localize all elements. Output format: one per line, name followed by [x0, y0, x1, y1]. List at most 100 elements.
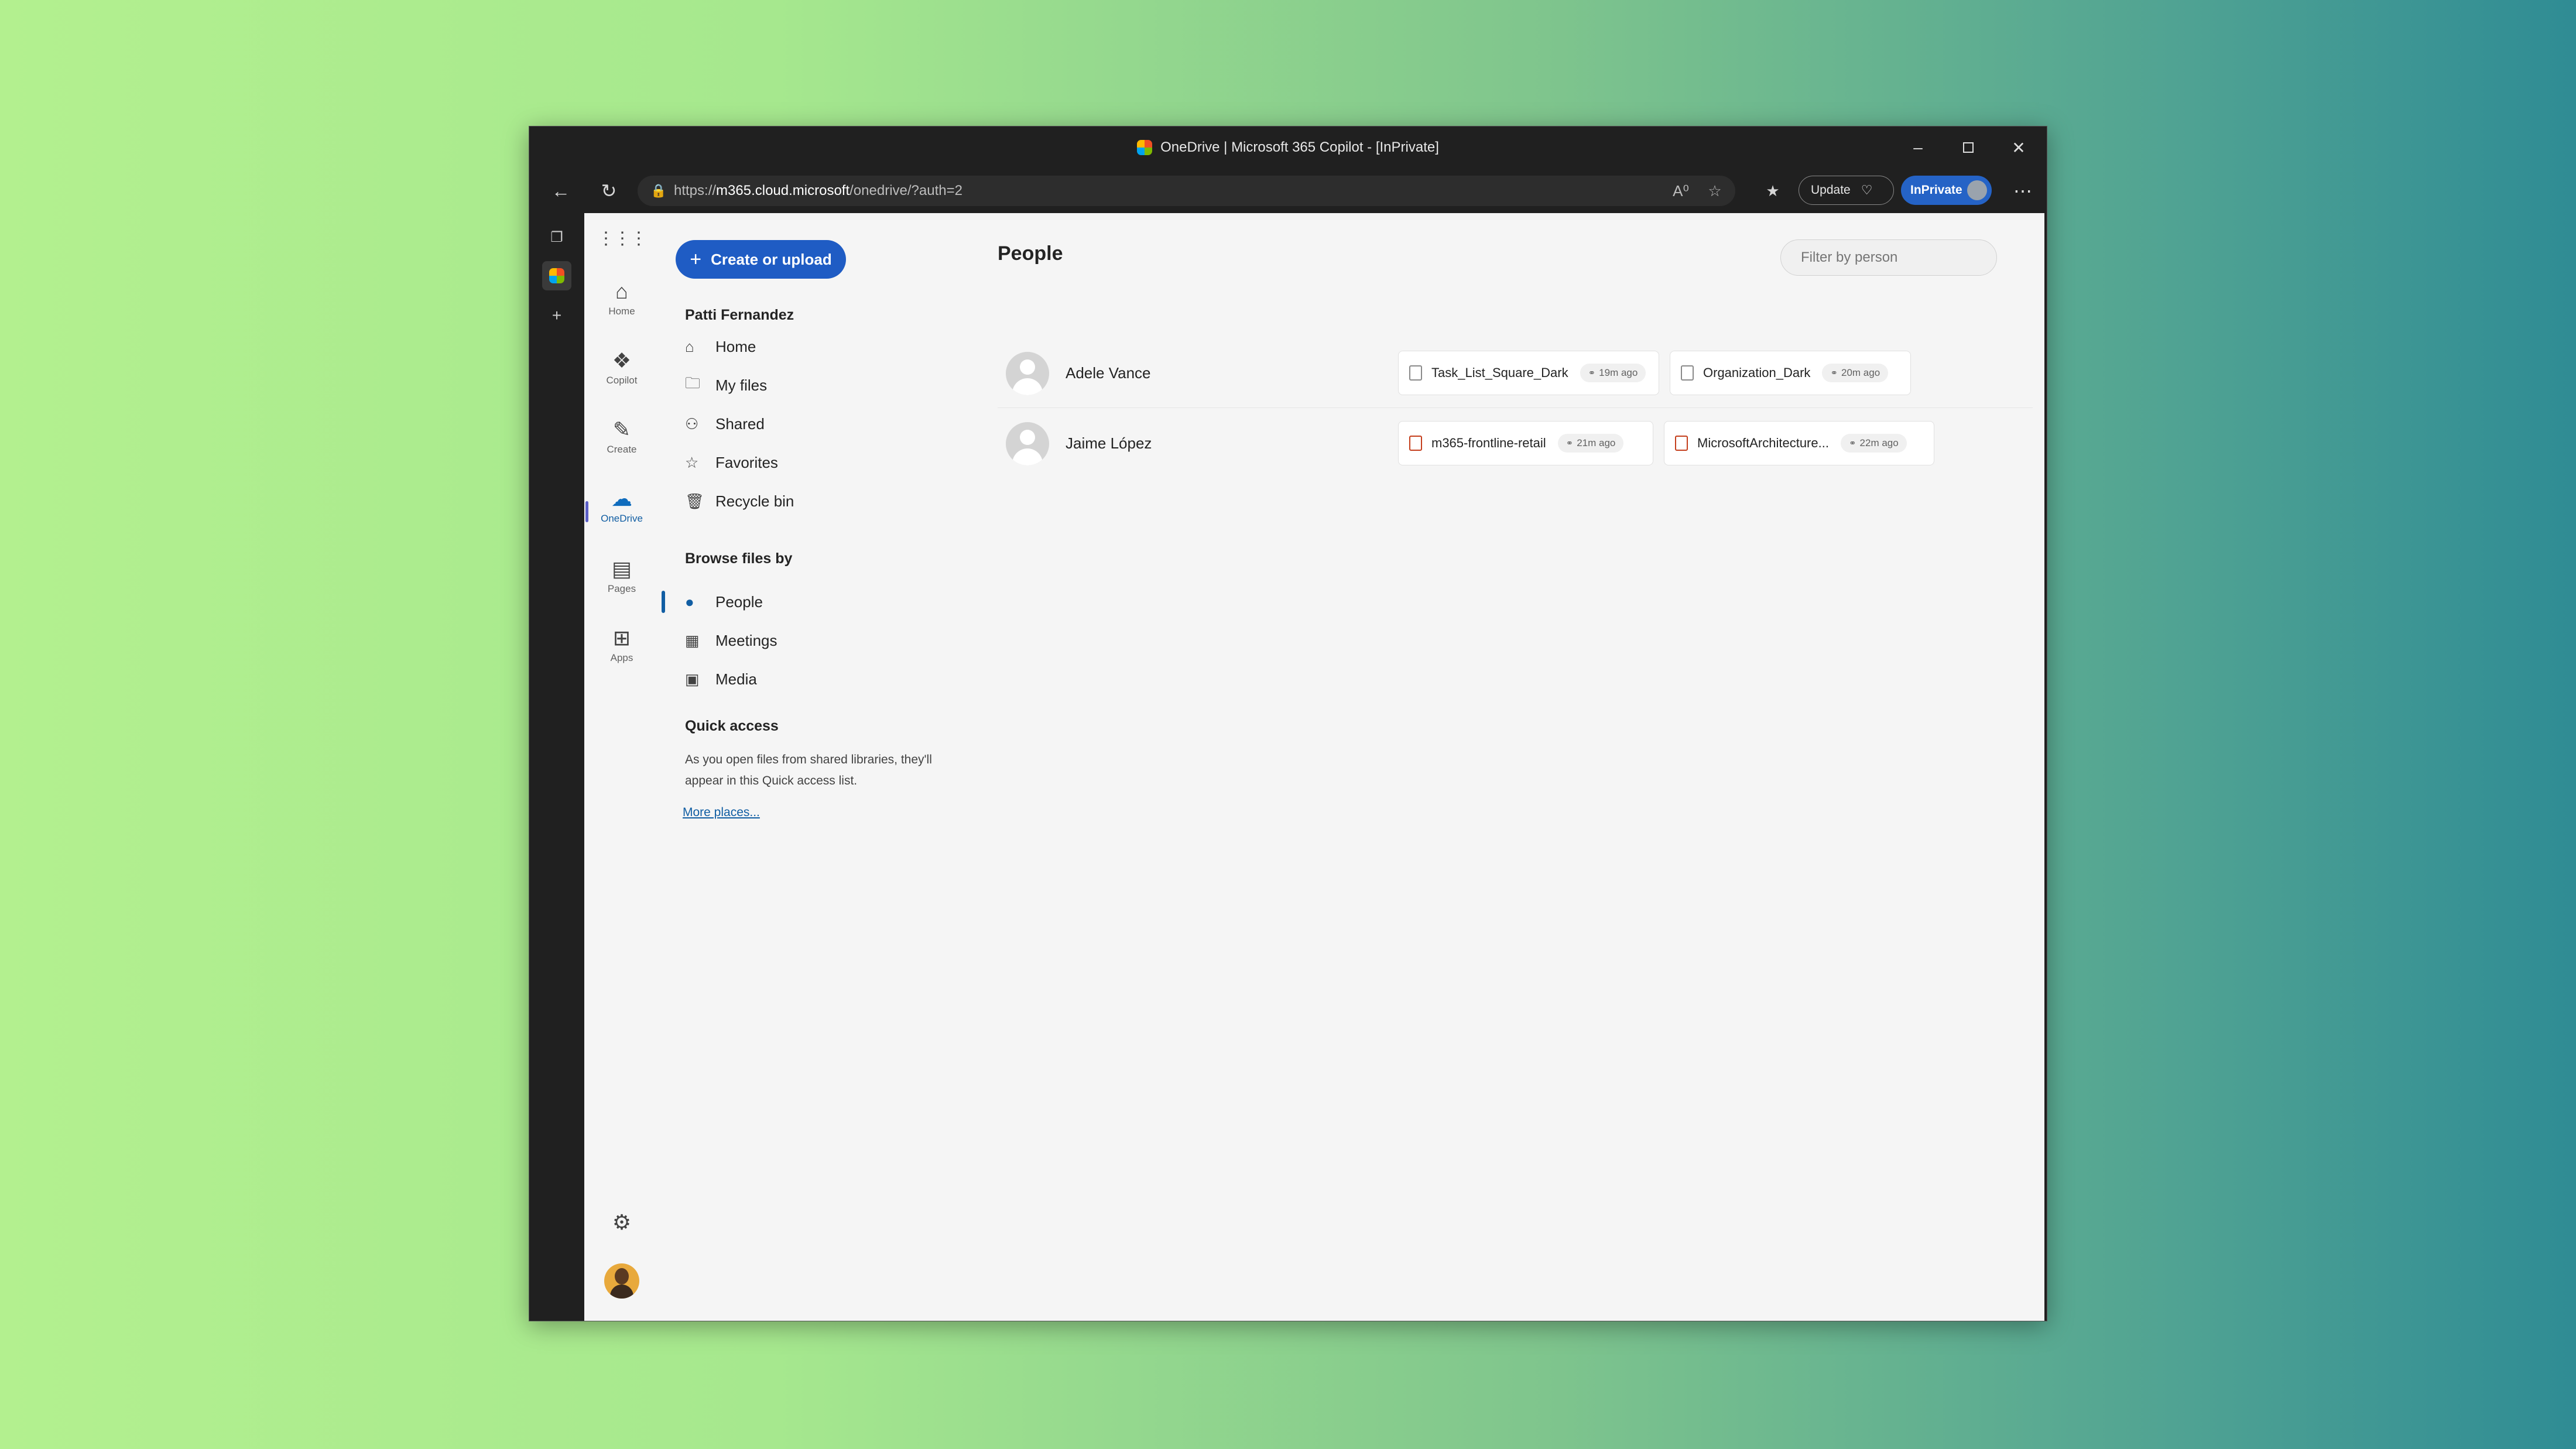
rail-label: Create	[607, 444, 637, 455]
share-icon: ⚭	[1588, 368, 1596, 378]
profile-avatar	[1967, 180, 1987, 200]
nav-label: Shared	[715, 415, 765, 433]
create-or-upload-button[interactable]: + Create or upload	[676, 240, 846, 279]
file-icon	[1681, 365, 1694, 381]
share-icon: ⚭	[1830, 368, 1838, 378]
time-text: 19m ago	[1599, 367, 1638, 378]
back-button[interactable]: ←	[547, 177, 575, 205]
copilot-logo-icon	[1137, 140, 1153, 155]
pdf-icon	[1409, 436, 1422, 451]
page-title: People	[998, 242, 1063, 265]
nav-label: People	[715, 592, 763, 611]
nav-item-media[interactable]: ▣ Media	[685, 664, 757, 694]
rail-active-indicator	[585, 501, 588, 522]
copilot-icon: ❖	[612, 348, 632, 372]
url-bar[interactable]: 🔒 https://m365.cloud.microsoft/onedrive/…	[638, 176, 1735, 206]
copilot-tab-icon	[549, 268, 564, 283]
nav-item-meetings[interactable]: ▦ Meetings	[685, 625, 777, 656]
url-path: /onedrive/?auth=2	[849, 183, 962, 198]
quick-access-description: As you open files from shared libraries,…	[685, 753, 932, 787]
file-chip[interactable]: MicrosoftArchitecture... ⚭ 22m ago	[1664, 421, 1934, 465]
settings-icon[interactable]: ⚙	[592, 1208, 651, 1244]
onedrive-app: ⋮⋮⋮ ⌂ Home ❖ Copilot ✎ Create ☁ OneDrive…	[584, 213, 2044, 1321]
nav-item-people[interactable]: ● People	[685, 587, 763, 617]
inprivate-badge[interactable]: InPrivate	[1901, 176, 1992, 205]
file-icon	[1409, 365, 1422, 381]
time-text: 21m ago	[1577, 437, 1616, 448]
time-text: 22m ago	[1859, 437, 1899, 448]
user-avatar[interactable]	[604, 1263, 639, 1299]
calendar-icon: ▦	[685, 631, 700, 649]
browse-title: Browse files by	[685, 550, 793, 567]
pages-icon: ▤	[611, 557, 632, 581]
person-row[interactable]: Adele Vance Task_List_Square_Dark ⚭ 19m a…	[998, 338, 2033, 408]
file-chip[interactable]: Task_List_Square_Dark ⚭ 19m ago	[1398, 351, 1659, 395]
nav-item-favorites[interactable]: ☆ Favorites	[685, 447, 778, 478]
image-icon: ▣	[685, 670, 700, 688]
star-icon: ☆	[685, 453, 699, 471]
navigation-pane: + Create or upload Patti Fernandez ⌂ Home…	[659, 213, 975, 1321]
user-name: Patti Fernandez	[685, 307, 794, 323]
home-icon: ⌂	[685, 337, 694, 355]
nav-item-shared[interactable]: ⚇ Shared	[685, 409, 765, 439]
person-avatar	[1006, 352, 1049, 395]
file-name: Organization_Dark	[1703, 365, 1811, 380]
rail-item-pages[interactable]: ▤ Pages	[592, 555, 651, 616]
rail-label: OneDrive	[601, 513, 643, 524]
rail-label: Copilot	[606, 375, 638, 386]
rail-label: Pages	[607, 583, 636, 594]
app-rail: ⋮⋮⋮ ⌂ Home ❖ Copilot ✎ Create ☁ OneDrive…	[584, 213, 659, 1321]
share-icon: ⚭	[1566, 439, 1574, 448]
close-button[interactable]: ✕	[1993, 126, 2044, 169]
time-text: 20m ago	[1841, 367, 1880, 378]
file-chip[interactable]: m365-frontline-retail ⚭ 21m ago	[1398, 421, 1653, 465]
nav-item-my-files[interactable]: 🗀 My files	[685, 370, 767, 400]
nav-item-recycle-bin[interactable]: 🗑 Recycle bin	[685, 486, 794, 516]
read-aloud-icon[interactable]: A⁰	[1666, 176, 1695, 206]
favorites-bar-icon[interactable]: ★	[1759, 177, 1787, 205]
update-button[interactable]: Update ♡	[1799, 176, 1894, 205]
minimize-button[interactable]: –	[1893, 126, 1943, 169]
tab-onedrive[interactable]	[542, 261, 571, 290]
person-row[interactable]: Jaime López m365-frontline-retail ⚭ 21m a…	[998, 409, 2033, 478]
heart-icon: ♡	[1861, 183, 1873, 197]
lock-icon: 🔒	[650, 183, 667, 198]
file-name: MicrosoftArchitecture...	[1697, 436, 1829, 450]
new-tab-icon[interactable]: +	[542, 301, 571, 330]
nav-label: Recycle bin	[715, 492, 794, 510]
person-name[interactable]: Adele Vance	[1066, 338, 1151, 407]
file-chip[interactable]: Organization_Dark ⚭ 20m ago	[1670, 351, 1911, 395]
url-prefix: https://	[674, 183, 717, 198]
tab-actions-icon[interactable]: ❐	[542, 222, 571, 252]
home-icon: ⌂	[615, 279, 628, 303]
rail-item-apps[interactable]: ⊞ Apps	[592, 624, 651, 685]
favorite-star-icon[interactable]: ☆	[1700, 176, 1729, 206]
person-name[interactable]: Jaime López	[1066, 409, 1152, 478]
nav-item-home[interactable]: ⌂ Home	[685, 331, 756, 362]
folder-icon: 🗀	[685, 374, 701, 392]
nav-label: Favorites	[715, 453, 778, 471]
nav-label: Media	[715, 670, 757, 688]
nav-active-indicator	[662, 591, 665, 613]
more-places-link[interactable]: More places...	[683, 806, 760, 820]
url-host: m365.cloud.microsoft	[716, 183, 850, 198]
nav-label: Home	[715, 337, 756, 355]
rail-item-copilot[interactable]: ❖ Copilot	[592, 347, 651, 407]
app-launcher-icon[interactable]: ⋮⋮⋮	[592, 225, 651, 260]
rail-label: Apps	[610, 652, 633, 663]
share-icon: ⚭	[1848, 439, 1856, 448]
rail-item-home[interactable]: ⌂ Home	[592, 278, 651, 338]
refresh-button[interactable]: ↻	[595, 177, 623, 205]
update-label: Update	[1811, 183, 1851, 197]
rail-item-onedrive[interactable]: ☁ OneDrive	[592, 485, 651, 546]
filter-by-person-input[interactable]	[1780, 239, 1997, 276]
trash-icon: 🗑	[685, 492, 705, 510]
create-label: Create or upload	[711, 250, 832, 268]
maximize-button[interactable]	[1943, 126, 1993, 169]
file-name: Task_List_Square_Dark	[1431, 365, 1568, 380]
rail-item-create[interactable]: ✎ Create	[592, 416, 651, 477]
more-options-icon[interactable]: ⋯	[2009, 177, 2037, 205]
window-title-area: OneDrive | Microsoft 365 Copilot - [InPr…	[529, 126, 2047, 169]
person-avatar	[1006, 422, 1049, 465]
rail-label: Home	[608, 306, 635, 317]
